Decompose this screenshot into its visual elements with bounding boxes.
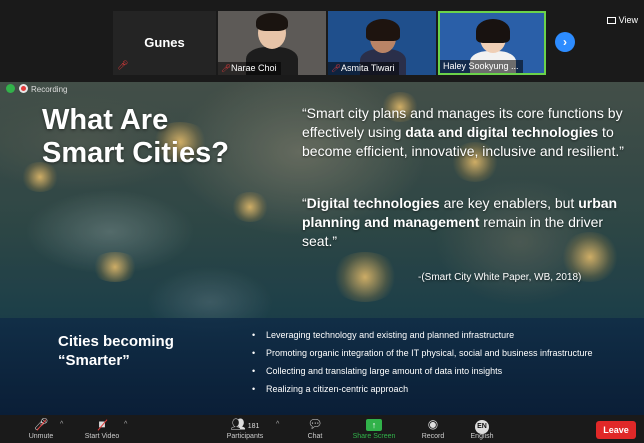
section-title: Cities becoming “Smarter”: [58, 332, 218, 370]
view-button[interactable]: View: [606, 15, 638, 25]
start-video-button[interactable]: ■ Start Video: [74, 417, 130, 441]
enabler-quote: “Digital technologies are key enablers, …: [302, 194, 632, 251]
section-title-line: Cities becoming: [58, 333, 174, 350]
start-video-label: Start Video: [84, 433, 120, 440]
participant-name: Haley Sookyung ...: [443, 61, 519, 71]
share-screen-button[interactable]: ↑ Share Screen: [346, 417, 402, 441]
quote-emphasis: Digital technologies: [306, 195, 440, 211]
participant-count: 181: [247, 423, 260, 430]
slide-title: What Are Smart Cities?: [42, 104, 272, 170]
grid-view-icon: [606, 17, 616, 24]
participant-name-label: Haley Sookyung ...: [440, 60, 523, 73]
participant-hair: [476, 19, 510, 43]
mic-muted-icon: 🎤︎: [221, 64, 232, 73]
share-screen-icon: ↑: [346, 417, 402, 432]
definition-quote: “Smart city plans and manages its core f…: [302, 104, 632, 161]
citation: -(Smart City White Paper, WB, 2018): [418, 272, 582, 283]
quote-emphasis: data and digital technologies: [405, 124, 599, 140]
mic-muted-icon: 🎤︎: [117, 60, 129, 70]
video-off-icon: ■: [74, 417, 130, 432]
unmute-label: Unmute: [28, 433, 54, 440]
slide-title-line: What Are: [42, 104, 169, 136]
share-screen-label: Share Screen: [352, 433, 396, 440]
next-participants-button[interactable]: ›: [555, 32, 575, 52]
section-title-line: “Smarter”: [58, 352, 130, 369]
participant-tile[interactable]: 🎤︎Narae Choi: [218, 11, 326, 75]
microphone-muted-icon: 🎤︎: [18, 417, 64, 432]
english-label: English: [470, 433, 494, 440]
participant-hair: [256, 13, 288, 31]
participant-tile[interactable]: 🎤︎Asmita Tiwari: [328, 11, 436, 75]
recording-indicator[interactable]: Recording: [6, 84, 67, 96]
language-icon: EN: [464, 417, 500, 434]
participant-name-label: 🎤︎Narae Choi: [218, 62, 281, 75]
slide-lower-band: Cities becoming “Smarter” Leveraging tec…: [0, 318, 644, 415]
bullet-item: Realizing a citizen-centric approach: [252, 384, 632, 395]
leave-button[interactable]: Leave: [596, 421, 636, 439]
participant-name-large: Gunes: [144, 35, 185, 50]
bullet-item: Collecting and translating large amount …: [252, 366, 632, 377]
mic-muted-icon: 🎤︎: [331, 64, 342, 73]
participants-icon: 👥︎ 181: [230, 417, 260, 431]
bullet-item: Promoting organic integration of the IT …: [252, 348, 632, 359]
chat-bubble-icon: 💬︎: [307, 417, 323, 431]
chat-button[interactable]: 💬︎ Chat: [298, 417, 332, 441]
view-label: View: [618, 15, 638, 25]
audio-options-caret[interactable]: ^: [60, 421, 63, 428]
recording-label: Recording: [31, 85, 68, 94]
participant-name: Narae Choi: [231, 63, 277, 73]
participants-label: Participants: [226, 433, 264, 440]
unmute-button[interactable]: 🎤︎ Unmute: [18, 417, 64, 441]
chat-label: Chat: [307, 433, 323, 440]
participant-tile-active[interactable]: Haley Sookyung ...: [438, 11, 546, 75]
participant-tile[interactable]: Gunes 🎤︎: [113, 11, 216, 75]
record-dot-icon: [19, 84, 28, 93]
record-label: Record: [421, 433, 445, 440]
bullet-item: Leveraging technology and existing and p…: [252, 330, 632, 341]
participant-strip: Gunes 🎤︎ 🎤︎Narae Choi 🎤︎Asmita Tiwari Ha…: [0, 0, 644, 82]
participants-button[interactable]: 👥︎ 181 Participants: [218, 417, 272, 441]
slide-title-line: Smart Cities?: [42, 137, 229, 169]
record-icon: ◉: [427, 417, 439, 431]
quote-text: are key enablers, but: [439, 195, 579, 211]
participant-name-label: 🎤︎Asmita Tiwari: [328, 62, 399, 75]
participant-hair: [366, 19, 400, 41]
meeting-toolbar: 🎤︎ Unmute ^ ■ Start Video ^ 👥︎ 181 Partic…: [0, 415, 644, 443]
participant-name: Asmita Tiwari: [341, 63, 395, 73]
shared-screen: Recording What Are Smart Cities? “Smart …: [0, 82, 644, 415]
security-shield-icon: [6, 84, 15, 93]
bullet-list: Leveraging technology and existing and p…: [252, 330, 632, 402]
record-button[interactable]: ◉ Record: [414, 417, 452, 441]
video-options-caret[interactable]: ^: [124, 421, 127, 428]
participants-options-caret[interactable]: ^: [276, 421, 279, 428]
interpretation-button[interactable]: EN English: [464, 417, 500, 441]
